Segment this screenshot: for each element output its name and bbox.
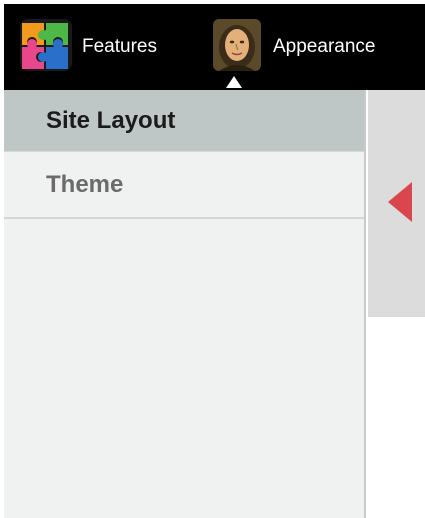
collapse-left-icon xyxy=(388,182,412,222)
sidebar-item-site-layout[interactable]: Site Layout xyxy=(4,90,364,152)
tab-features[interactable]: Features xyxy=(18,4,157,90)
puzzle-icon xyxy=(18,17,74,73)
portrait-icon xyxy=(209,17,265,73)
tab-features-label: Features xyxy=(82,36,157,57)
tab-appearance-label: Appearance xyxy=(273,36,376,57)
top-toolbar: Features Appearance xyxy=(4,4,425,90)
sidebar-item-label: Site Layout xyxy=(46,106,176,134)
sidebar: Site Layout Theme xyxy=(4,90,366,518)
sidebar-item-theme[interactable]: Theme xyxy=(4,152,364,219)
sidebar-item-label: Theme xyxy=(46,170,124,198)
selected-tab-indicator xyxy=(226,76,242,88)
app-window: Features Appearance Site Layout Theme xyxy=(0,0,425,518)
collapse-sidebar-button[interactable] xyxy=(368,90,425,317)
